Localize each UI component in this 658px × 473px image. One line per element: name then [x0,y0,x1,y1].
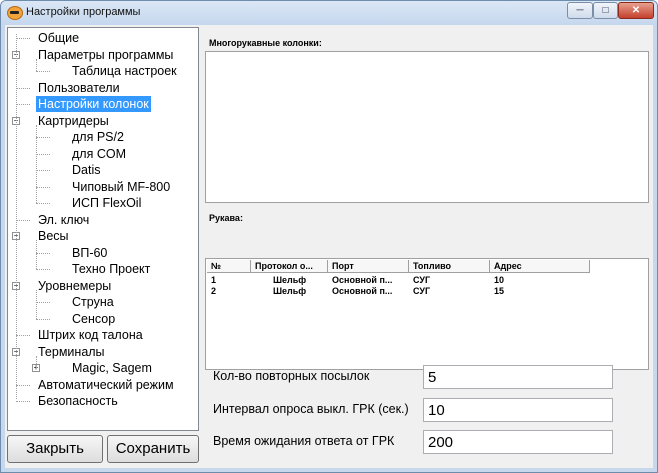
tree-item-label: Таблица настроек [72,64,177,78]
hoses-label: Рукава: [209,213,243,223]
cell-number: 1 [211,275,217,285]
tree-connector [36,124,37,203]
cell-number: 2 [211,286,217,296]
tree-connector [16,219,30,221]
column-header[interactable]: № [207,260,251,273]
tree-item-label: Параметры программы [38,47,174,62]
app-icon [7,6,23,20]
tree-connector [36,252,50,254]
tree-connector [36,289,37,319]
tree-connector [36,170,50,171]
tree-connector [36,137,50,138]
tree-item-label: Техно Проект [72,262,151,276]
retries-input[interactable] [423,365,613,389]
tree-connector [16,87,30,89]
response-timeout-row: Время ожидания ответа от ГРК [203,430,651,456]
tree-connector [36,71,50,72]
tree-item-label: Картридеры [38,113,109,128]
tree-item-label: Datis [72,163,101,177]
tree-connector [36,240,37,269]
tree-connector [36,355,37,368]
tree-item[interactable]: Штрих код талона [8,327,196,343]
tree-item-label: Пользователи [38,80,120,95]
cell-fuel: СУГ [413,286,431,296]
tree-connector [16,34,17,399]
cell-port: Основной п... [332,275,393,285]
poll-interval-label: Интервал опроса выкл. ГРК (сек.) [213,402,409,416]
tree-connector [36,153,50,155]
save-button[interactable]: Сохранить [107,435,199,463]
title-bar[interactable]: Настройки программы ─ □ ✕ [1,1,657,25]
poll-interval-row: Интервал опроса выкл. ГРК (сек.) [203,398,651,424]
retries-label: Кол-во повторных посылок [213,369,370,383]
tree-item-label: Magic, Sagem [72,361,152,375]
column-header[interactable]: Адрес [490,260,590,273]
tree-item-label: Эл. ключ [38,212,90,227]
settings-window: Настройки программы ─ □ ✕ Общие − Параметр… [0,0,658,473]
window-title: Настройки программы [26,6,141,18]
cell-fuel: СУГ [413,275,431,285]
cell-address: 15 [494,286,505,296]
tree-item-label: Общие [38,31,80,45]
tree-item[interactable]: Общие [8,30,196,46]
tree-item[interactable]: Безопасность [8,393,196,409]
tree-item-label: Чиповый MF-800 [72,179,171,194]
tree-item-label: ВП-60 [72,245,108,260]
poll-interval-input[interactable] [423,398,613,422]
tree-item-label: Весы [38,229,69,243]
tree-item-label: Сенсор [72,311,116,326]
close-button[interactable]: Закрыть [7,435,103,463]
tree-connector [16,104,30,105]
tree-connector [36,302,50,303]
tree-item-label: Струна [72,295,114,309]
cell-port: Основной п... [332,286,393,296]
column-header[interactable]: Топливо [409,260,490,273]
hoses-table-header: № Протокол о... Порт Топливо Адрес [207,260,647,274]
table-row[interactable]: 1 Шельф Основной п... СУГ 10 [207,275,647,286]
tree-connector [16,335,30,336]
tree-item-label: для PS/2 [72,130,124,144]
hoses-table[interactable]: № Протокол о... Порт Топливо Адрес 1 Шел… [205,258,649,370]
tree-item-label: Терминалы [38,344,105,359]
tree-connector [36,203,50,204]
retries-row: Кол-во повторных посылок [203,365,651,391]
tree-connector [16,384,30,386]
tree-item-label: Уровнемеры [38,278,112,293]
tree-connector [16,401,30,402]
tree-item-label: для COM [72,146,126,161]
tree-item[interactable]: Автоматический режим [8,377,196,393]
tree-connector [16,38,30,39]
tree-item-label: Безопасность [38,394,118,408]
tree-item-label: Автоматический режим [38,377,174,392]
tree-connector [36,318,50,320]
tree-item-label: Штрих код талона [38,328,143,342]
cell-address: 10 [494,275,505,285]
tree-item[interactable]: Пользователи [8,80,196,96]
column-header[interactable]: Порт [328,260,409,273]
cell-protocol: Шельф [273,275,307,285]
response-timeout-label: Время ожидания ответа от ГРК [213,434,395,448]
tree-item-label: ИСП FlexOil [72,196,142,210]
close-window-button[interactable]: ✕ [618,2,654,19]
tree-connector [36,186,50,188]
settings-panel: Многорукавные колонки: Рукава: № Протоко… [203,27,651,467]
maximize-button[interactable]: □ [593,2,618,19]
tree-connector [36,269,50,270]
tree-connector [36,58,37,71]
minimize-button[interactable]: ─ [567,2,593,19]
settings-tree[interactable]: Общие − Параметры программы Таблица настрое… [7,27,199,431]
multi-hose-group: Многорукавные колонки: [203,27,651,205]
tree-item[interactable]: Эл. ключ [8,212,196,228]
column-header[interactable]: Протокол о... [251,260,328,273]
tree-item-label: Настройки колонок [36,96,151,112]
table-row[interactable]: 2 Шельф Основной п... СУГ 15 [207,286,647,297]
multi-hose-list[interactable] [205,51,649,203]
cell-protocol: Шельф [273,286,307,296]
tree-item[interactable]: Настройки колонок [8,96,196,112]
response-timeout-input[interactable] [423,430,613,454]
multi-hose-label: Многорукавные колонки: [209,38,322,48]
window-client: Общие − Параметры программы Таблица настрое… [5,25,653,468]
